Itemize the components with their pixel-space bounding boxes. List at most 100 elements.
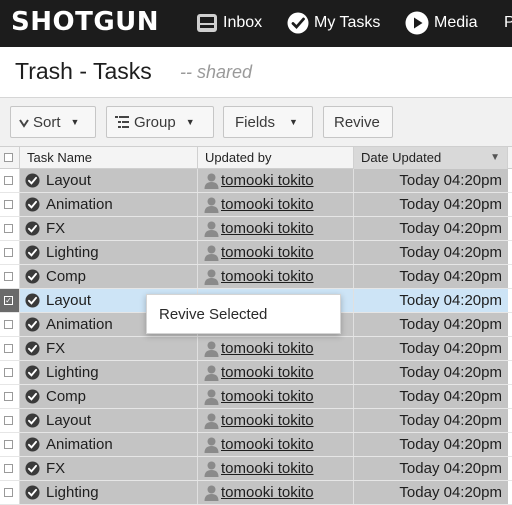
table-row[interactable]: Animation tomooki tokito Today 04:20pm (0, 193, 512, 217)
row-checkbox-cell[interactable] (0, 193, 20, 216)
table-row[interactable]: FX tomooki tokito Today 04:20pm (0, 337, 512, 361)
sort-descending-icon[interactable]: ▼ (490, 147, 500, 169)
user-link[interactable]: tomooki tokito (221, 220, 314, 237)
revive-selected-menu-item[interactable]: Revive Selected (159, 306, 267, 323)
row-checkbox-cell[interactable] (0, 169, 20, 192)
task-name-cell[interactable]: Comp (20, 385, 198, 408)
table-row[interactable]: FX tomooki tokito Today 04:20pm (0, 457, 512, 481)
updated-by-cell[interactable]: tomooki tokito (198, 409, 354, 432)
app-logo[interactable]: SHOTGUN (11, 6, 159, 38)
row-checkbox[interactable] (4, 368, 13, 377)
select-all-checkbox[interactable] (4, 153, 13, 162)
updated-by-cell[interactable]: tomooki tokito (198, 385, 354, 408)
task-name-text[interactable]: FX (46, 220, 65, 237)
row-checkbox-checked[interactable]: ✓ (4, 296, 13, 305)
table-row[interactable]: Comp tomooki tokito Today 04:20pm (0, 265, 512, 289)
row-checkbox[interactable] (4, 272, 13, 281)
updated-by-cell[interactable]: tomooki tokito (198, 433, 354, 456)
row-checkbox[interactable] (4, 320, 13, 329)
task-name-cell[interactable]: Lighting (20, 241, 198, 264)
row-checkbox[interactable] (4, 440, 13, 449)
updated-by-cell[interactable]: tomooki tokito (198, 265, 354, 288)
row-checkbox[interactable] (4, 200, 13, 209)
row-checkbox-cell[interactable] (0, 265, 20, 288)
user-link[interactable]: tomooki tokito (221, 412, 314, 429)
row-checkbox[interactable] (4, 248, 13, 257)
user-link[interactable]: tomooki tokito (221, 436, 314, 453)
nav-my-tasks[interactable]: My Tasks (287, 9, 380, 37)
column-header-date-updated[interactable]: Date Updated ▼ (354, 147, 508, 169)
updated-by-cell[interactable]: tomooki tokito (198, 241, 354, 264)
task-name-cell[interactable]: FX (20, 217, 198, 240)
row-checkbox[interactable] (4, 392, 13, 401)
table-row[interactable]: Layout tomooki tokito Today 04:20pm (0, 409, 512, 433)
row-checkbox[interactable] (4, 344, 13, 353)
user-link[interactable]: tomooki tokito (221, 244, 314, 261)
task-name-text[interactable]: Animation (46, 196, 113, 213)
row-checkbox-cell[interactable] (0, 361, 20, 384)
task-name-text[interactable]: Layout (46, 172, 91, 189)
row-checkbox-cell[interactable] (0, 481, 20, 504)
updated-by-cell[interactable]: tomooki tokito (198, 193, 354, 216)
revive-button[interactable]: Revive (323, 106, 393, 138)
row-checkbox[interactable] (4, 464, 13, 473)
user-link[interactable]: tomooki tokito (221, 364, 314, 381)
fields-button[interactable]: Fields ▼ (223, 106, 313, 138)
user-link[interactable]: tomooki tokito (221, 340, 314, 357)
column-header-task-name[interactable]: Task Name (20, 147, 198, 169)
row-checkbox-cell[interactable] (0, 337, 20, 360)
row-checkbox-cell[interactable] (0, 409, 20, 432)
updated-by-cell[interactable]: tomooki tokito (198, 481, 354, 504)
user-link[interactable]: tomooki tokito (221, 172, 314, 189)
row-checkbox[interactable] (4, 176, 13, 185)
table-row[interactable]: Lighting tomooki tokito Today 04:20pm (0, 361, 512, 385)
task-name-text[interactable]: FX (46, 340, 65, 357)
task-name-cell[interactable]: Comp (20, 265, 198, 288)
task-name-text[interactable]: Comp (46, 268, 86, 285)
task-name-cell[interactable]: Lighting (20, 481, 198, 504)
task-name-cell[interactable]: Layout (20, 169, 198, 192)
updated-by-cell[interactable]: tomooki tokito (198, 217, 354, 240)
row-checkbox-cell[interactable] (0, 241, 20, 264)
nav-media[interactable]: Media (405, 9, 478, 37)
column-header-updated-by[interactable]: Updated by (198, 147, 354, 169)
user-link[interactable]: tomooki tokito (221, 196, 314, 213)
task-name-text[interactable]: Lighting (46, 484, 99, 501)
row-checkbox[interactable] (4, 488, 13, 497)
row-checkbox-cell[interactable]: ✓ (0, 289, 20, 312)
table-row[interactable]: Layout tomooki tokito Today 04:20pm (0, 169, 512, 193)
updated-by-cell[interactable]: tomooki tokito (198, 337, 354, 360)
user-link[interactable]: tomooki tokito (221, 460, 314, 477)
row-checkbox-cell[interactable] (0, 433, 20, 456)
task-name-cell[interactable]: FX (20, 337, 198, 360)
task-name-cell[interactable]: Lighting (20, 361, 198, 384)
table-row[interactable]: Lighting tomooki tokito Today 04:20pm (0, 481, 512, 505)
sort-button[interactable]: Sort ▼ (10, 106, 96, 138)
table-row[interactable]: Animation tomooki tokito Today 04:20pm (0, 433, 512, 457)
group-button[interactable]: Group ▼ (106, 106, 214, 138)
row-checkbox-cell[interactable] (0, 457, 20, 480)
task-name-cell[interactable]: Layout (20, 409, 198, 432)
task-name-text[interactable]: FX (46, 460, 65, 477)
nav-more[interactable]: P (504, 9, 512, 37)
row-checkbox[interactable] (4, 224, 13, 233)
row-checkbox-cell[interactable] (0, 385, 20, 408)
nav-inbox[interactable]: Inbox (196, 9, 262, 37)
table-row[interactable]: Lighting tomooki tokito Today 04:20pm (0, 241, 512, 265)
updated-by-cell[interactable]: tomooki tokito (198, 361, 354, 384)
task-name-cell[interactable]: Animation (20, 433, 198, 456)
table-row[interactable]: FX tomooki tokito Today 04:20pm (0, 217, 512, 241)
select-all-cell[interactable] (0, 147, 20, 169)
task-name-text[interactable]: Lighting (46, 244, 99, 261)
task-name-cell[interactable]: FX (20, 457, 198, 480)
row-checkbox[interactable] (4, 416, 13, 425)
row-checkbox-cell[interactable] (0, 313, 20, 336)
user-link[interactable]: tomooki tokito (221, 388, 314, 405)
table-row[interactable]: Comp tomooki tokito Today 04:20pm (0, 385, 512, 409)
task-name-cell[interactable]: Animation (20, 193, 198, 216)
task-name-text[interactable]: Animation (46, 316, 113, 333)
task-name-text[interactable]: Animation (46, 436, 113, 453)
task-name-text[interactable]: Lighting (46, 364, 99, 381)
updated-by-cell[interactable]: tomooki tokito (198, 169, 354, 192)
task-name-text[interactable]: Layout (46, 292, 91, 309)
